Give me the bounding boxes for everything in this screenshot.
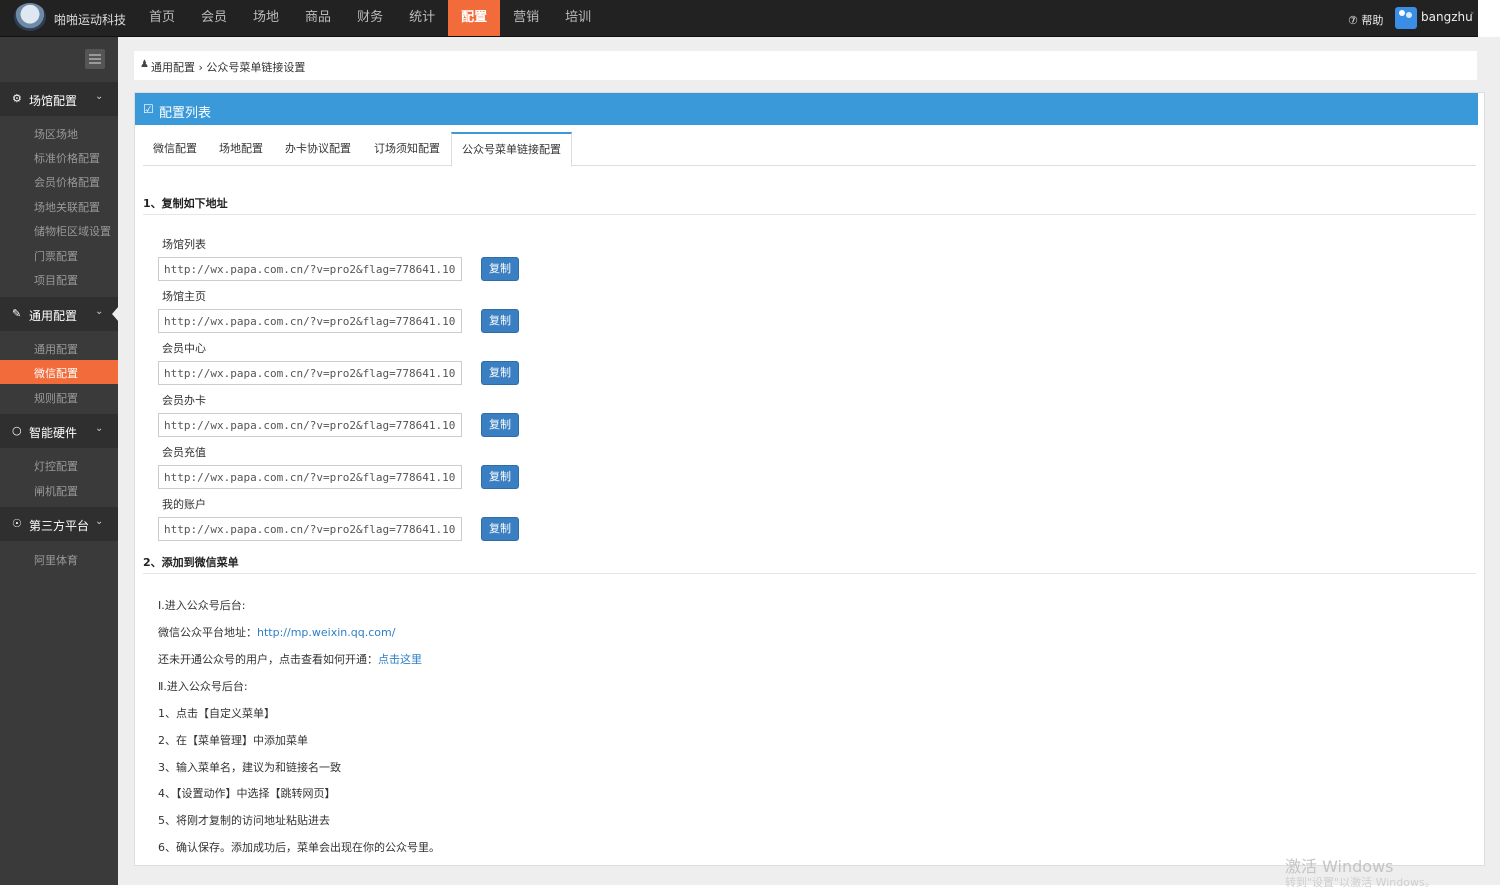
- handshake-icon: ☉: [12, 517, 22, 530]
- nav-venues[interactable]: 场地: [240, 0, 292, 36]
- section-copy-title: 1、复制如下地址: [143, 197, 228, 210]
- link-label-member-card: 会员办卡: [162, 394, 206, 407]
- company-logo: [14, 3, 46, 31]
- chevron-down-icon[interactable]: ˅: [1470, 12, 1475, 22]
- sidebar-item-wechat[interactable]: 微信配置: [0, 360, 118, 384]
- sidebar-item-standard-price[interactable]: 标准价格配置: [0, 145, 118, 169]
- copy-button[interactable]: 复制: [481, 413, 519, 437]
- url-field-my-account[interactable]: [158, 517, 462, 541]
- nav-marketing[interactable]: 营销: [500, 0, 552, 36]
- sidebar-group-venue-config[interactable]: ⚙ 场馆配置 ⌄: [0, 82, 118, 116]
- chip-icon: ○: [12, 424, 22, 437]
- sidebar-group-label: 第三方平台: [29, 519, 90, 533]
- platform-link[interactable]: http://mp.weixin.qq.com/: [257, 626, 395, 639]
- instruction-step: 3、输入菜单名，建议为和链接名一致: [158, 761, 341, 774]
- sidebar-group-label: 场馆配置: [29, 94, 78, 108]
- user-avatar[interactable]: [1395, 7, 1417, 29]
- url-field-member-center[interactable]: [158, 361, 462, 385]
- panel-header: ☑ 配置列表: [135, 93, 1478, 125]
- link-label-my-account: 我的账户: [162, 498, 206, 511]
- instruction-step: 2、在【菜单管理】中添加菜单: [158, 734, 308, 747]
- sidebar-item-rules[interactable]: 规则配置: [0, 385, 118, 409]
- copy-button[interactable]: 复制: [481, 309, 519, 333]
- sidebar-item-court-areas[interactable]: 场区场地: [0, 121, 118, 145]
- open-account-notice: 还未开通公众号的用户，点击查看如何开通：点击这里: [158, 653, 422, 666]
- nav-finance[interactable]: 财务: [344, 0, 396, 36]
- step-enter-backend-2: Ⅱ.进入公众号后台:: [158, 680, 248, 693]
- config-tabs: 微信配置 场地配置 办卡协议配置 订场须知配置 公众号菜单链接配置: [143, 132, 1476, 167]
- chevron-down-icon: ⌄: [95, 516, 104, 527]
- sidebar-toggle-icon[interactable]: [85, 49, 105, 69]
- section-add-title: 2、添加到微信菜单: [143, 556, 239, 569]
- edit-icon: ☑: [143, 102, 154, 116]
- instruction-step: 4、【设置动作】中选择【跳转网页】: [158, 787, 336, 800]
- copy-button[interactable]: 复制: [481, 257, 519, 281]
- help-link[interactable]: ⑦ 帮助: [1348, 12, 1383, 28]
- url-field-member-recharge[interactable]: [158, 465, 462, 489]
- divider: [143, 214, 1476, 215]
- tab-booking-notice[interactable]: 订场须知配置: [374, 133, 440, 165]
- chevron-down-icon: ⌄: [95, 423, 104, 434]
- tab-card-agreement[interactable]: 办卡协议配置: [285, 133, 351, 165]
- main-nav: 首页 会员 场地 商品 财务 统计 配置 营销 培训: [136, 0, 604, 36]
- url-field-member-card[interactable]: [158, 413, 462, 437]
- nav-statistics[interactable]: 统计: [396, 0, 448, 36]
- config-panel: ☑ 配置列表 微信配置 场地配置 办卡协议配置 订场须知配置 公众号菜单链接配置…: [134, 92, 1485, 866]
- tab-menu-links[interactable]: 公众号菜单链接配置: [451, 132, 572, 167]
- sidebar-item-gate[interactable]: 闸机配置: [0, 478, 118, 502]
- sidebar-group-general-config[interactable]: ✎ 通用配置 ⌄: [0, 297, 118, 331]
- copy-button[interactable]: 复制: [481, 361, 519, 385]
- sidebar-item-ali-sports[interactable]: 阿里体育: [0, 547, 118, 571]
- nav-members[interactable]: 会员: [188, 0, 240, 36]
- instruction-step: 6、确认保存。添加成功后，菜单会出现在你的公众号里。: [158, 841, 440, 854]
- copy-button[interactable]: 复制: [481, 465, 519, 489]
- link-label-member-center: 会员中心: [162, 342, 206, 355]
- nav-home[interactable]: 首页: [136, 0, 188, 36]
- top-navbar: 啪啪运动科技 首页 会员 场地 商品 财务 统计 配置 营销 培训 ⑦ 帮助 b…: [0, 0, 1478, 37]
- windows-activation-hint: 转到"设置"以激活 Windows。: [1285, 876, 1436, 889]
- username[interactable]: bangzhu: [1421, 10, 1473, 24]
- nav-products[interactable]: 商品: [292, 0, 344, 36]
- step-enter-backend: Ⅰ.进入公众号后台:: [158, 599, 246, 612]
- sidebar-group-hardware[interactable]: ○ 智能硬件 ⌄: [0, 414, 118, 448]
- chevron-down-icon: ⌄: [95, 306, 104, 317]
- tab-wechat-config[interactable]: 微信配置: [153, 133, 197, 165]
- sidebar-item-general[interactable]: 通用配置: [0, 336, 118, 360]
- sidebar-item-ticket[interactable]: 门票配置: [0, 243, 118, 267]
- sidebar-item-court-link[interactable]: 场地关联配置: [0, 194, 118, 218]
- divider: [143, 573, 1476, 574]
- copy-button[interactable]: 复制: [481, 517, 519, 541]
- instruction-step: 5、将刚才复制的访问地址粘贴进去: [158, 814, 330, 827]
- breadcrumb-text: 通用配置 › 公众号菜单链接设置: [151, 61, 306, 74]
- user-icon: ♟: [140, 59, 149, 70]
- url-field-venue-list[interactable]: [158, 257, 462, 281]
- url-field-venue-home[interactable]: [158, 309, 462, 333]
- gears-icon: ⚙: [12, 92, 22, 105]
- sidebar-item-member-price[interactable]: 会员价格配置: [0, 169, 118, 193]
- link-label-member-recharge: 会员充值: [162, 446, 206, 459]
- sidebar-group-label: 通用配置: [29, 309, 78, 323]
- click-here-link[interactable]: 点击这里: [378, 653, 422, 666]
- sidebar-item-light-control[interactable]: 灯控配置: [0, 453, 118, 477]
- sidebar-group-third-party[interactable]: ☉ 第三方平台 ⌄: [0, 507, 118, 541]
- chevron-down-icon: ⌄: [95, 91, 104, 102]
- sidebar-group-label: 智能硬件: [29, 426, 78, 440]
- brand-name: 啪啪运动科技: [54, 13, 127, 27]
- panel-title: 配置列表: [159, 106, 212, 121]
- wrench-icon: ✎: [12, 307, 22, 320]
- sidebar: ⚙ 场馆配置 ⌄ 场区场地 标准价格配置 会员价格配置 场地关联配置 储物柜区域…: [0, 37, 118, 885]
- sidebar-item-project[interactable]: 项目配置: [0, 267, 118, 291]
- tab-venue-config[interactable]: 场地配置: [219, 133, 263, 165]
- nav-config[interactable]: 配置: [448, 0, 501, 36]
- breadcrumb: ♟ 通用配置 › 公众号菜单链接设置: [134, 51, 1477, 80]
- platform-address: 微信公众平台地址：http://mp.weixin.qq.com/: [158, 626, 396, 639]
- nav-training[interactable]: 培训: [552, 0, 604, 36]
- sidebar-item-locker-area[interactable]: 储物柜区域设置: [0, 218, 118, 242]
- link-label-venue-home: 场馆主页: [162, 290, 206, 303]
- instruction-step: 1、点击【自定义菜单】: [158, 707, 275, 720]
- link-label-venue-list: 场馆列表: [162, 238, 206, 251]
